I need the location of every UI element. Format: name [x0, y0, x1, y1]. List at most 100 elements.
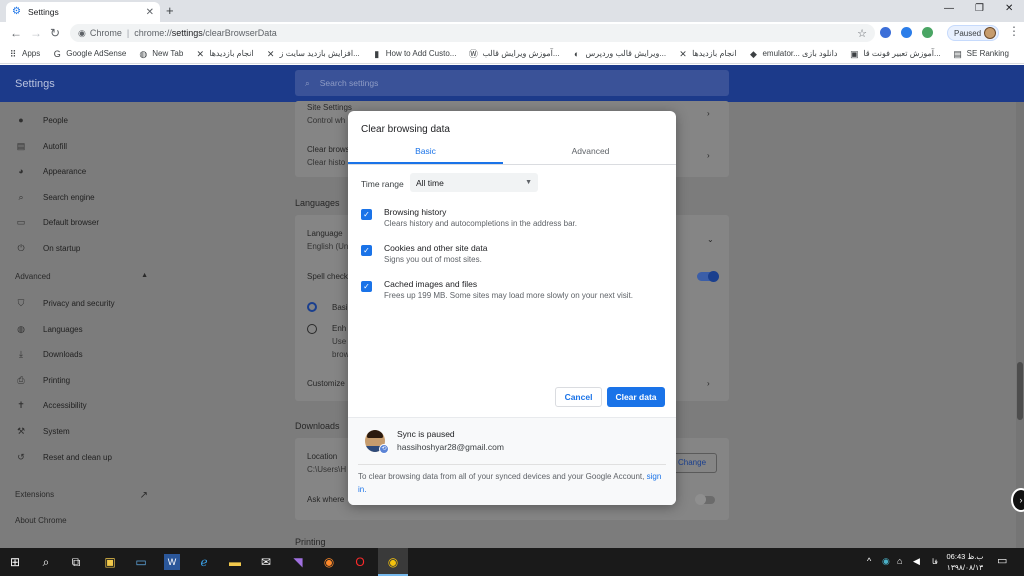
firefox-icon[interactable]: ◉	[321, 554, 337, 570]
menu-icon[interactable]: ⋮	[1008, 24, 1020, 38]
sidebar-item-autofill[interactable]: ▤ Autofill	[15, 141, 67, 152]
new-tab-button[interactable]: +	[166, 3, 174, 18]
forward-button[interactable]: →	[30, 26, 42, 40]
sidebar-item-privacy-and-security[interactable]: ⛉ Privacy and security	[15, 298, 115, 309]
radio-enhanced[interactable]	[307, 324, 317, 334]
reload-button[interactable]: ↻	[50, 26, 60, 40]
profile-button[interactable]: Paused	[947, 25, 999, 41]
chrome-icon[interactable]: ◉	[385, 554, 401, 570]
windows-start-icon[interactable]: ⊞	[7, 554, 23, 570]
sidebar-item-languages[interactable]: ◍ Languages	[15, 324, 83, 335]
chevron-down-icon[interactable]: ⌄	[707, 235, 714, 244]
sidebar-item-appearance[interactable]: ◕ Appearance	[15, 166, 86, 176]
bookmark-item[interactable]: ◐ ویرایش قالب وردپرس...	[572, 49, 667, 59]
network-icon[interactable]: ⌂	[897, 556, 902, 566]
advanced-toggle[interactable]: Advanced ▲	[15, 272, 148, 281]
advanced-label: Advanced	[15, 272, 51, 281]
bookmark-item[interactable]: ✕ افزایش بازدید سایت ز...	[266, 49, 360, 59]
sidebar-item-people[interactable]: ● People	[15, 115, 68, 125]
clock[interactable]: 06:43 ب.ظ ۱۳۹۸/۰۸/۱۳	[945, 551, 985, 573]
visual-studio-icon[interactable]: ◥	[290, 554, 306, 570]
tab-basic[interactable]: Basic	[348, 144, 503, 164]
volume-icon[interactable]: ◀	[913, 556, 920, 567]
minimize-button[interactable]: —	[944, 3, 954, 14]
back-button[interactable]: ←	[10, 26, 22, 40]
search-icon[interactable]: ⌕	[38, 554, 54, 570]
app-icon[interactable]: ▭	[133, 554, 149, 570]
restore-button[interactable]: ❐	[975, 3, 984, 14]
window-close-button[interactable]: ✕	[1005, 3, 1013, 14]
about-chrome-link[interactable]: About Chrome	[15, 516, 67, 525]
extension-money-icon[interactable]	[922, 27, 933, 38]
radio-basic[interactable]	[307, 302, 317, 312]
word-icon[interactable]: W	[164, 554, 180, 570]
chevron-right-icon[interactable]: ›	[707, 151, 710, 160]
tray-app-icon[interactable]: ◉	[882, 556, 890, 567]
time-range-select[interactable]: All time ▼	[410, 173, 538, 192]
tab-advanced[interactable]: Advanced	[513, 144, 668, 164]
bookmark-item[interactable]: ▤ SE Ranking	[953, 49, 1009, 59]
change-button[interactable]: Change	[671, 453, 717, 473]
checkbox-cookies[interactable]: ✓	[361, 245, 372, 256]
apps-icon: ⠿	[9, 48, 17, 59]
checkbox-browsing-history[interactable]: ✓	[361, 209, 372, 220]
divider	[358, 464, 666, 465]
bookmark-item[interactable]: ▣ آموزش تعبیر فونت قا...	[849, 49, 941, 59]
clear-data-button[interactable]: Clear data	[607, 387, 665, 407]
sidebar-item-accessibility[interactable]: ✝ Accessibility	[15, 400, 86, 411]
downloads-heading: Downloads	[295, 421, 340, 431]
task-view-icon[interactable]: ⧉	[68, 554, 84, 570]
bookmark-item[interactable]: ▮ How to Add Custo...	[372, 49, 456, 59]
store-icon[interactable]: ▣	[102, 554, 118, 570]
sidebar-item-downloads[interactable]: ⤓ Downloads	[15, 349, 83, 360]
bookmark-item[interactable]: G Google AdSense	[52, 49, 127, 59]
cancel-button[interactable]: Cancel	[555, 387, 602, 407]
wordpress-icon: Ⓦ	[468, 48, 478, 59]
scrollbar-thumb[interactable]	[1017, 362, 1023, 420]
sidebar-item-on-startup[interactable]: ⏻ On startup	[15, 243, 80, 254]
sidebar-item-search-engine[interactable]: ⌕ Search engine	[15, 191, 94, 203]
tab-settings[interactable]: ⚙ Settings ✕	[6, 2, 160, 22]
edge-icon[interactable]: ℯ	[196, 554, 212, 570]
sidebar-item-default-browser[interactable]: ▭ Default browser	[15, 217, 99, 228]
extensions-link[interactable]: Extensions ↗	[15, 490, 148, 501]
palette-icon: ◕	[18, 166, 24, 177]
bookmark-item[interactable]: ◍ New Tab	[138, 49, 183, 59]
site-settings-label: Site Settings	[307, 103, 352, 112]
search-input[interactable]: ⌕ Search settings	[295, 70, 729, 96]
search-icon: ⌕	[18, 191, 24, 202]
bookmark-item[interactable]: ⠿ Apps	[8, 48, 41, 59]
bookmark-item[interactable]: Ⓦ آموزش ویرایش قالب...	[468, 48, 560, 59]
globe-icon: ◍	[17, 323, 25, 334]
close-icon[interactable]: ✕	[146, 7, 154, 18]
language-indicator[interactable]: فا	[932, 557, 938, 566]
bookmark-label: SE Ranking	[966, 49, 1009, 58]
chevron-up-icon[interactable]: ^	[867, 556, 871, 566]
edge-floating-icon[interactable]: ›	[1011, 488, 1024, 512]
address-bar[interactable]: ◉ Chrome | chrome://settings/clearBrowse…	[70, 24, 875, 42]
bookmark-item[interactable]: ✕ انجام بازدیدها	[195, 49, 253, 59]
checkbox-cache[interactable]: ✓	[361, 281, 372, 292]
sidebar-item-system[interactable]: ⚒ System	[15, 426, 70, 437]
bookmark-item[interactable]: ✕ انجام بازدیدها	[678, 49, 736, 59]
bookmark-label: ویرایش قالب وردپرس...	[585, 49, 667, 58]
scrollbar[interactable]	[1016, 102, 1024, 548]
extension-shield-icon[interactable]	[901, 27, 912, 38]
chevron-right-icon[interactable]: ›	[707, 379, 710, 388]
folder-icon[interactable]: ▬	[227, 554, 243, 570]
chevron-right-icon[interactable]: ›	[707, 109, 710, 118]
notification-icon[interactable]: ▭	[997, 554, 1007, 567]
sync-note-text: To clear browsing data from all of your …	[358, 472, 645, 481]
bookmark-star-icon[interactable]: ☆	[857, 27, 867, 40]
sync-note: To clear browsing data from all of your …	[358, 470, 666, 496]
bookmark-item[interactable]: ◆ emulator... دانلود بازی	[748, 49, 837, 59]
extension-b-icon[interactable]	[880, 27, 891, 38]
opera-icon[interactable]: O	[352, 554, 368, 570]
sidebar-item-label: On startup	[43, 244, 81, 253]
mail-icon[interactable]: ✉	[258, 554, 274, 570]
sidebar-item-printing[interactable]: ⎙ Printing	[15, 375, 70, 386]
clipboard-icon: ▤	[16, 140, 26, 151]
sidebar-item-label: Appearance	[43, 166, 87, 176]
sidebar-item-reset-and-clean-up[interactable]: ↺ Reset and clean up	[15, 452, 112, 463]
spell-enhanced-desc: Use	[332, 337, 347, 346]
